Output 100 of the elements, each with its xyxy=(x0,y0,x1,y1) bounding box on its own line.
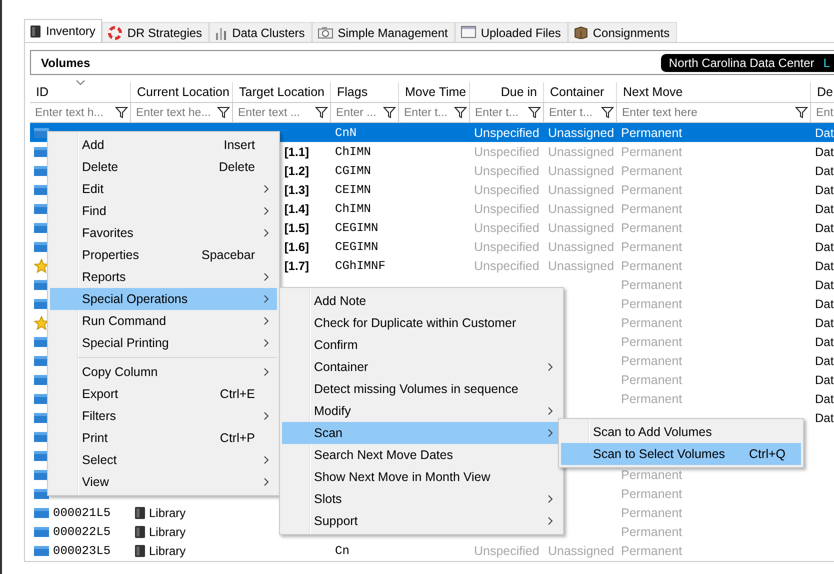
tab[interactable]: DR Strategies xyxy=(102,22,210,42)
table-cell: Permanent xyxy=(621,524,682,538)
filter-field[interactable]: Enter text h... xyxy=(30,102,131,123)
table-cell: Dat xyxy=(815,240,834,254)
menu-item[interactable]: Special Printing xyxy=(50,332,277,354)
menu-item[interactable]: Find xyxy=(50,200,277,222)
table-cell: Dat xyxy=(815,296,834,310)
table-cell: 000023L5 xyxy=(53,544,111,558)
table-cell: Unspecified xyxy=(474,220,540,234)
tab[interactable]: Inventory xyxy=(24,19,102,42)
filter-icon[interactable] xyxy=(601,106,614,119)
table-cell: Permanent xyxy=(621,334,682,348)
table-cell: 000021L5 xyxy=(53,506,111,520)
menu-item[interactable]: Search Next Move Dates xyxy=(282,444,561,466)
table-cell: Dat xyxy=(815,316,834,330)
table-cell: Library xyxy=(149,544,186,558)
menu-item[interactable]: Print Ctrl+P xyxy=(50,427,277,449)
table-cell: Cn xyxy=(335,544,350,558)
table-cell: CnN xyxy=(335,126,357,140)
menu-item[interactable]: Scan to Select Volumes Ctrl+Q xyxy=(561,443,801,465)
table-cell: Permanent xyxy=(621,126,682,140)
menu-item[interactable]: Container xyxy=(282,356,561,378)
chevron-right-icon xyxy=(264,273,268,281)
menu-item[interactable]: Add Note xyxy=(282,290,561,312)
menu-item[interactable]: Properties Spacebar xyxy=(50,244,277,266)
table-cell: Unspecified xyxy=(474,544,540,558)
menu-item[interactable]: Scan xyxy=(282,422,561,444)
table-cell: Dat xyxy=(815,126,834,140)
table-cell: Permanent xyxy=(621,354,682,368)
table-cell: Dat xyxy=(815,372,834,386)
table-cell: [1.2] xyxy=(284,164,309,178)
chevron-right-icon xyxy=(264,478,268,486)
chart-icon xyxy=(215,26,228,40)
chevron-right-icon xyxy=(264,295,268,303)
filter-icon[interactable] xyxy=(454,106,467,119)
menu-item[interactable]: Special Operations xyxy=(50,288,277,310)
table-cell: CGIMN xyxy=(335,164,372,178)
menu-item[interactable]: Select xyxy=(50,449,277,471)
table-cell: Dat xyxy=(815,410,834,424)
table-cell: Permanent xyxy=(621,372,682,386)
table-cell: Dat xyxy=(815,392,834,406)
menu-item[interactable]: Reports xyxy=(50,266,277,288)
filter-icon[interactable] xyxy=(383,106,396,119)
table-cell: Unspecified xyxy=(474,240,540,254)
menu-item[interactable]: Edit xyxy=(50,178,277,200)
chevron-right-icon xyxy=(548,429,552,437)
table-cell: Library xyxy=(149,506,186,520)
menu-item[interactable]: Scan to Add Volumes xyxy=(561,421,801,443)
life-ring-icon xyxy=(108,26,122,40)
table-cell: ChIMN xyxy=(335,202,372,216)
table-cell: Unassigned xyxy=(548,240,614,254)
table-cell: [1.6] xyxy=(284,240,309,254)
menu-item[interactable]: Modify xyxy=(282,400,561,422)
table-cell: Permanent xyxy=(621,258,682,272)
table-cell: [1.1] xyxy=(284,144,309,158)
menu-item[interactable]: Favorites xyxy=(50,222,277,244)
table-cell: Unassigned xyxy=(548,126,614,140)
menu-item[interactable]: Check for Duplicate within Customer xyxy=(282,312,561,334)
table-cell: Unspecified xyxy=(474,202,540,216)
table-cell: Unassigned xyxy=(548,144,614,158)
table-cell: Unassigned xyxy=(548,258,614,272)
tab[interactable]: Data Clusters xyxy=(209,22,312,42)
table-cell: Dat xyxy=(815,354,834,368)
menu-item[interactable]: Confirm xyxy=(282,334,561,356)
menu-item[interactable]: Delete Delete xyxy=(50,156,277,178)
filter-icon[interactable] xyxy=(795,106,808,119)
menu-item[interactable]: Slots xyxy=(282,488,561,510)
cartridge-icon xyxy=(135,526,145,538)
menu-item[interactable]: Detect missing Volumes in sequence xyxy=(282,378,561,400)
chevron-right-icon xyxy=(264,185,268,193)
table-cell: Dat xyxy=(815,278,834,292)
table-cell: Permanent xyxy=(621,296,682,310)
filter-icon[interactable] xyxy=(217,106,230,119)
menu-item[interactable]: View xyxy=(50,471,277,493)
menu-item[interactable]: Copy Column xyxy=(50,361,277,383)
filter-field[interactable]: Enter t... xyxy=(470,102,544,123)
table-cell: Unspecified xyxy=(474,182,540,196)
menu-item[interactable]: Show Next Move in Month View xyxy=(282,466,561,488)
cartridge-icon xyxy=(135,506,145,518)
filter-field[interactable]: Enter ... xyxy=(331,102,399,123)
tab[interactable]: Consignments xyxy=(568,22,677,42)
filter-field[interactable]: Enter text ... xyxy=(233,102,331,123)
filter-icon[interactable] xyxy=(115,106,128,119)
chevron-right-icon xyxy=(264,317,268,325)
chevron-right-icon xyxy=(548,517,552,525)
menu-item[interactable]: Run Command xyxy=(50,310,277,332)
menu-item[interactable]: Filters xyxy=(50,405,277,427)
chevron-right-icon xyxy=(548,407,552,415)
menu-item[interactable]: Export Ctrl+E xyxy=(50,383,277,405)
table-cell: [1.7] xyxy=(284,258,309,272)
filter-field[interactable]: Enter t... xyxy=(399,102,470,123)
filter-field[interactable]: Enter text here xyxy=(617,102,811,123)
filter-field[interactable]: Enter t... xyxy=(544,102,617,123)
tab[interactable]: Simple Management xyxy=(312,22,455,42)
menu-item[interactable]: Support xyxy=(282,510,561,532)
table-cell: Permanent xyxy=(621,278,682,292)
filter-icon[interactable] xyxy=(315,106,328,119)
filter-icon[interactable] xyxy=(528,106,541,119)
tab[interactable]: Uploaded Files xyxy=(454,22,568,42)
filter-field[interactable]: Enter text he... xyxy=(131,102,233,123)
